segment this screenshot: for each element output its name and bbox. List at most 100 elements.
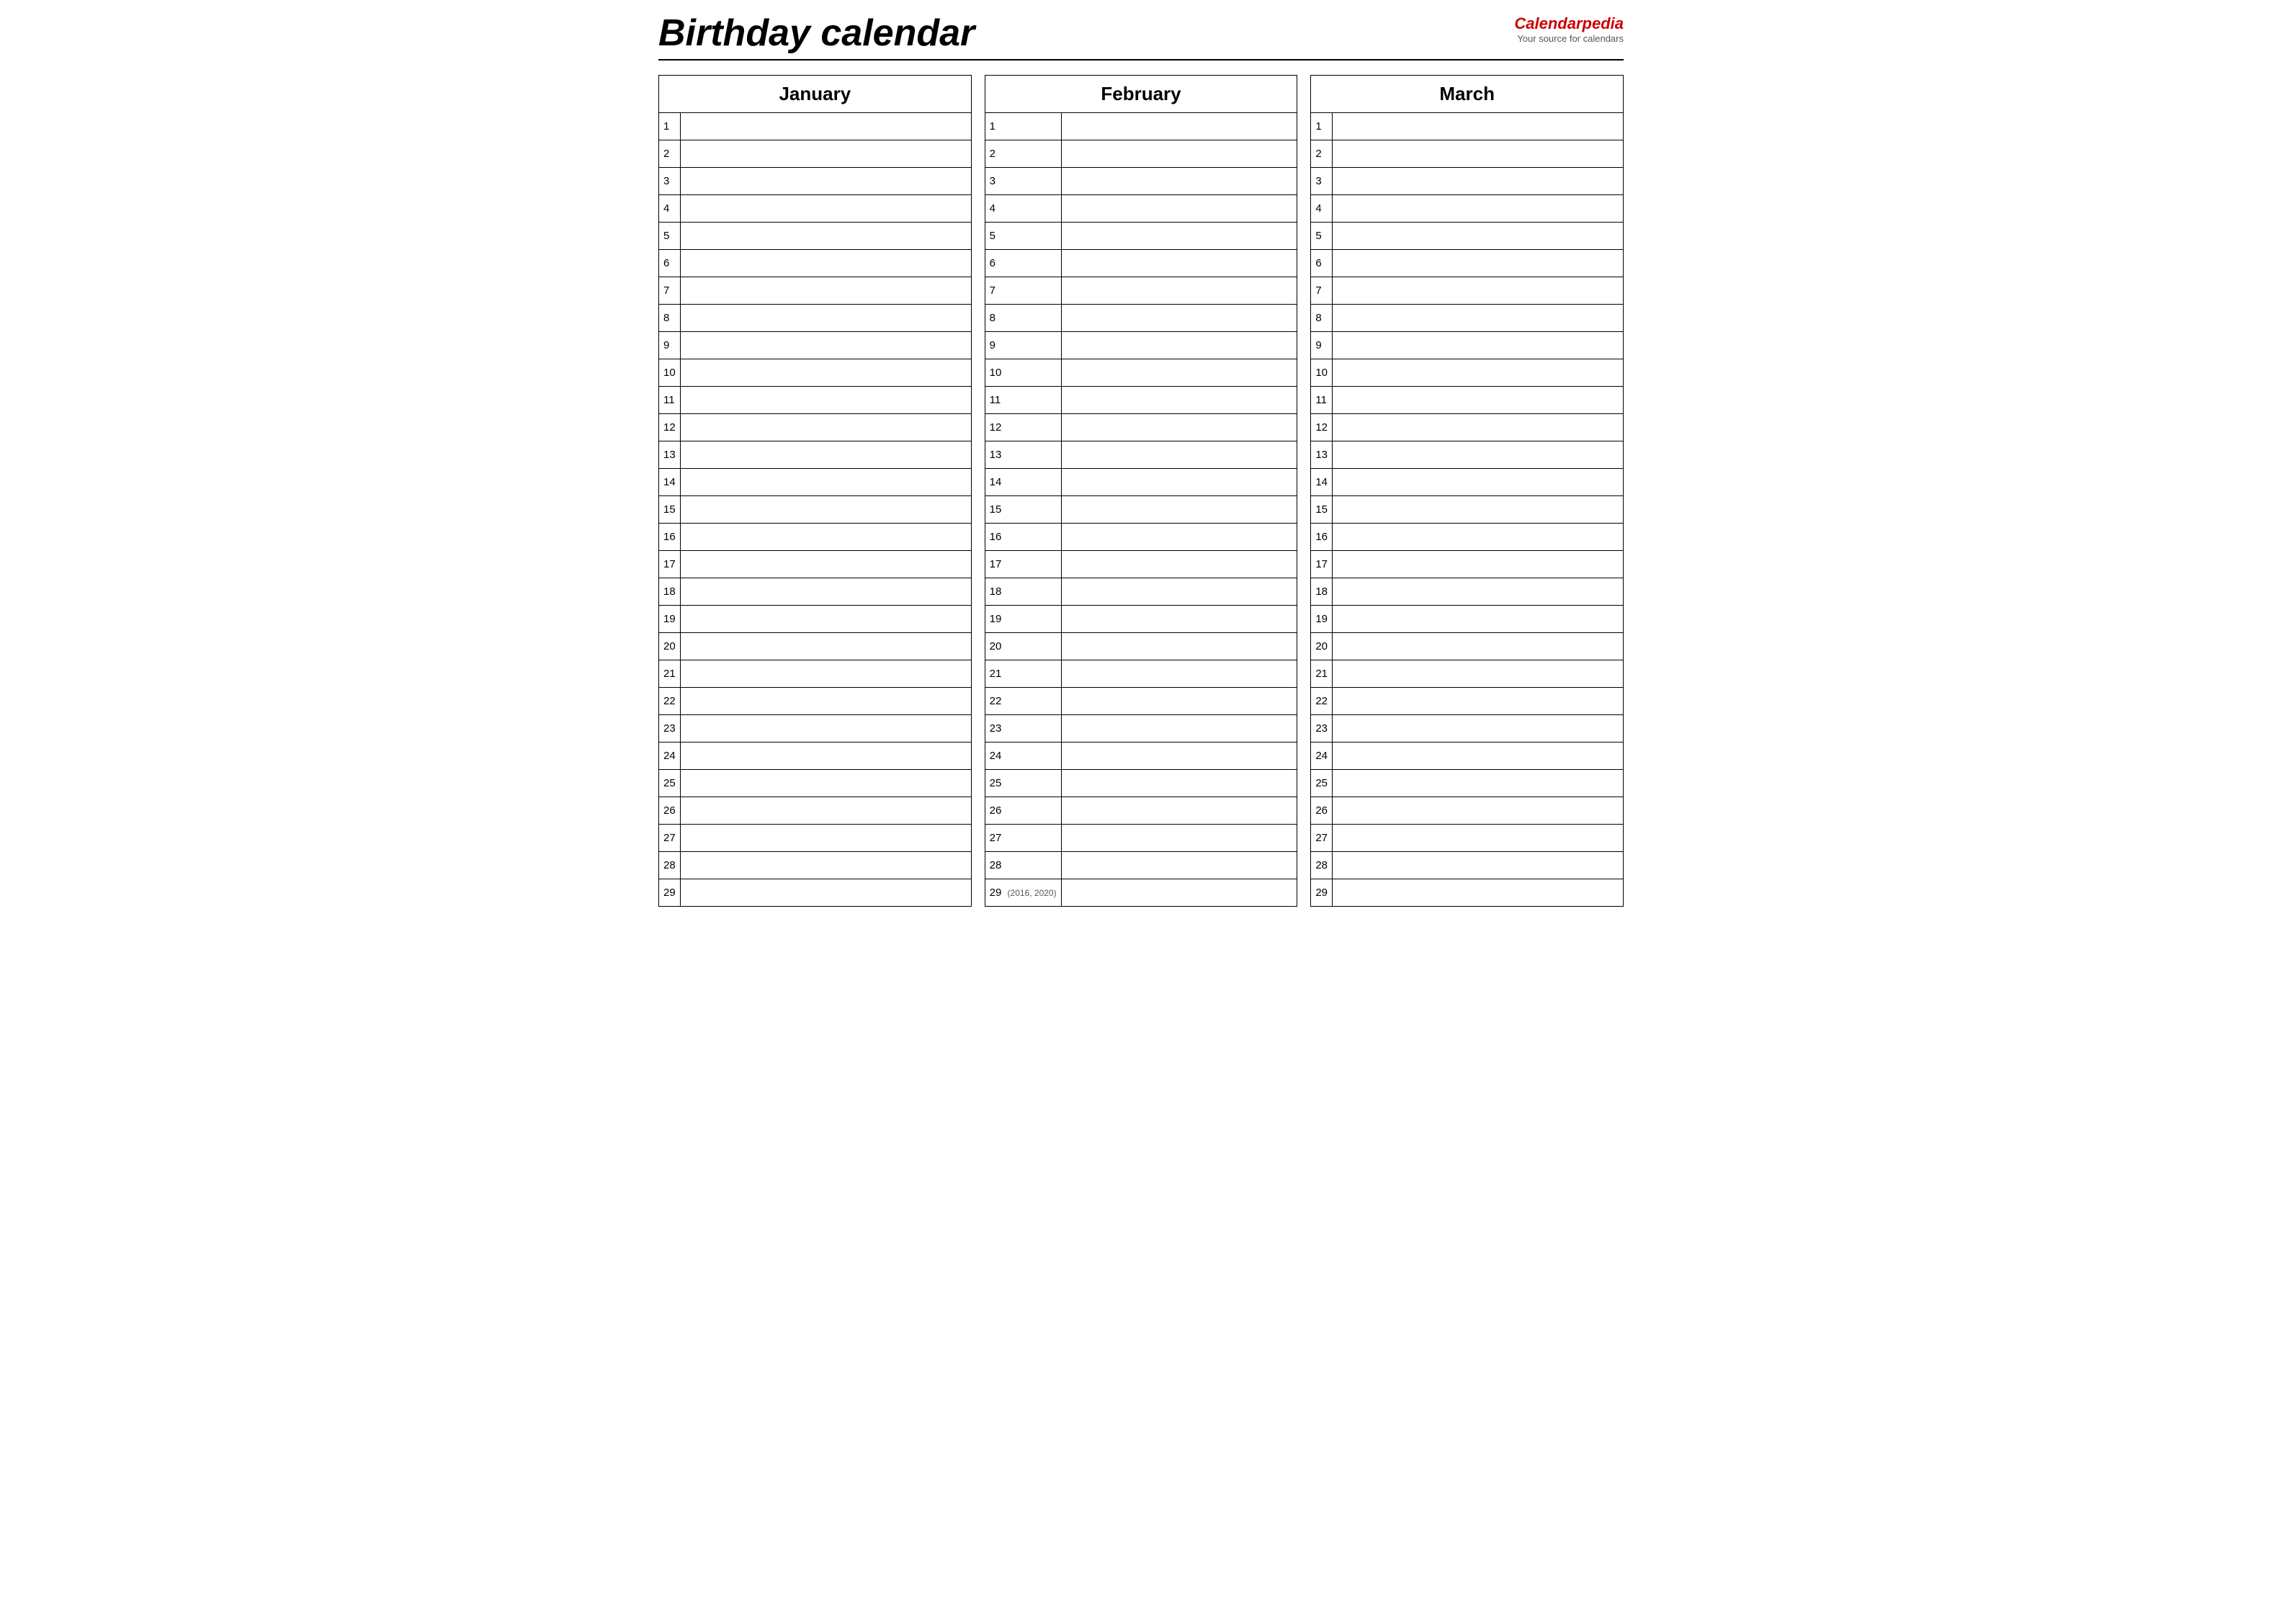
day-entry[interactable]: [681, 551, 972, 578]
day-entry[interactable]: [1061, 770, 1297, 797]
table-row: 27: [659, 825, 972, 852]
day-entry[interactable]: [1061, 250, 1297, 277]
day-entry[interactable]: [1061, 879, 1297, 907]
day-entry[interactable]: [1333, 606, 1624, 633]
day-entry[interactable]: [1061, 524, 1297, 551]
day-entry[interactable]: [1061, 551, 1297, 578]
table-row: 1: [1311, 113, 1624, 140]
day-entry[interactable]: [1061, 441, 1297, 469]
day-entry[interactable]: [1333, 223, 1624, 250]
day-entry[interactable]: [1333, 688, 1624, 715]
day-entry[interactable]: [681, 469, 972, 496]
day-entry[interactable]: [1061, 223, 1297, 250]
day-entry[interactable]: [1333, 305, 1624, 332]
day-entry[interactable]: [681, 715, 972, 743]
day-entry[interactable]: [1333, 113, 1624, 140]
day-entry[interactable]: [681, 606, 972, 633]
day-entry[interactable]: [1333, 168, 1624, 195]
day-entry[interactable]: [681, 633, 972, 660]
day-entry[interactable]: [1333, 469, 1624, 496]
day-entry[interactable]: [1333, 852, 1624, 879]
day-entry[interactable]: [1061, 414, 1297, 441]
day-entry[interactable]: [1061, 496, 1297, 524]
day-entry[interactable]: [1061, 852, 1297, 879]
day-entry[interactable]: [681, 140, 972, 168]
day-entry[interactable]: [681, 223, 972, 250]
day-entry[interactable]: [681, 414, 972, 441]
table-row: 21: [985, 660, 1297, 688]
day-entry[interactable]: [681, 797, 972, 825]
day-entry[interactable]: [1061, 305, 1297, 332]
day-entry[interactable]: [1061, 168, 1297, 195]
day-entry[interactable]: [1061, 715, 1297, 743]
day-entry[interactable]: [681, 250, 972, 277]
day-entry[interactable]: [1061, 688, 1297, 715]
day-entry[interactable]: [1333, 633, 1624, 660]
day-number: 12: [1311, 414, 1333, 441]
day-entry[interactable]: [1061, 743, 1297, 770]
day-entry[interactable]: [681, 660, 972, 688]
day-entry[interactable]: [1061, 797, 1297, 825]
day-entry[interactable]: [1061, 277, 1297, 305]
day-number: 25: [1311, 770, 1333, 797]
day-entry[interactable]: [681, 441, 972, 469]
table-row: 10: [659, 359, 972, 387]
table-row: 4: [1311, 195, 1624, 223]
day-entry[interactable]: [1061, 633, 1297, 660]
day-number: 7: [985, 277, 1061, 305]
day-entry[interactable]: [681, 359, 972, 387]
day-entry[interactable]: [681, 852, 972, 879]
day-entry[interactable]: [1333, 879, 1624, 907]
day-entry[interactable]: [681, 305, 972, 332]
day-entry[interactable]: [681, 688, 972, 715]
day-entry[interactable]: [1333, 743, 1624, 770]
day-entry[interactable]: [1333, 359, 1624, 387]
day-entry[interactable]: [1061, 469, 1297, 496]
day-entry[interactable]: [1333, 660, 1624, 688]
day-entry[interactable]: [681, 879, 972, 907]
day-entry[interactable]: [1061, 195, 1297, 223]
day-entry[interactable]: [1061, 387, 1297, 414]
day-entry[interactable]: [1333, 825, 1624, 852]
day-entry[interactable]: [1061, 578, 1297, 606]
day-entry[interactable]: [1061, 660, 1297, 688]
day-entry[interactable]: [1333, 441, 1624, 469]
day-entry[interactable]: [1333, 551, 1624, 578]
day-entry[interactable]: [1333, 524, 1624, 551]
day-entry[interactable]: [681, 113, 972, 140]
day-entry[interactable]: [1061, 606, 1297, 633]
day-entry[interactable]: [681, 524, 972, 551]
day-entry[interactable]: [681, 825, 972, 852]
day-entry[interactable]: [681, 496, 972, 524]
day-entry[interactable]: [1061, 825, 1297, 852]
day-entry[interactable]: [1333, 797, 1624, 825]
day-entry[interactable]: [1061, 140, 1297, 168]
day-entry[interactable]: [681, 770, 972, 797]
day-number: 26: [659, 797, 681, 825]
day-entry[interactable]: [1061, 113, 1297, 140]
day-entry[interactable]: [1333, 195, 1624, 223]
day-entry[interactable]: [1061, 332, 1297, 359]
day-entry[interactable]: [1333, 715, 1624, 743]
day-entry[interactable]: [681, 332, 972, 359]
day-entry[interactable]: [681, 578, 972, 606]
day-entry[interactable]: [1333, 250, 1624, 277]
day-entry[interactable]: [681, 277, 972, 305]
day-entry[interactable]: [1333, 414, 1624, 441]
day-entry[interactable]: [681, 195, 972, 223]
day-entry[interactable]: [681, 743, 972, 770]
day-entry[interactable]: [681, 387, 972, 414]
day-entry[interactable]: [1333, 496, 1624, 524]
day-entry[interactable]: [1333, 387, 1624, 414]
table-row: 29 (2016, 2020): [985, 879, 1297, 907]
day-entry[interactable]: [1333, 578, 1624, 606]
day-entry[interactable]: [1061, 359, 1297, 387]
day-number: 23: [659, 715, 681, 743]
day-entry[interactable]: [1333, 140, 1624, 168]
day-entry[interactable]: [1333, 332, 1624, 359]
day-entry[interactable]: [1333, 770, 1624, 797]
day-entry[interactable]: [1333, 277, 1624, 305]
day-number: 3: [1311, 168, 1333, 195]
day-entry[interactable]: [681, 168, 972, 195]
brand-tagline: Your source for calendars: [1517, 33, 1624, 44]
